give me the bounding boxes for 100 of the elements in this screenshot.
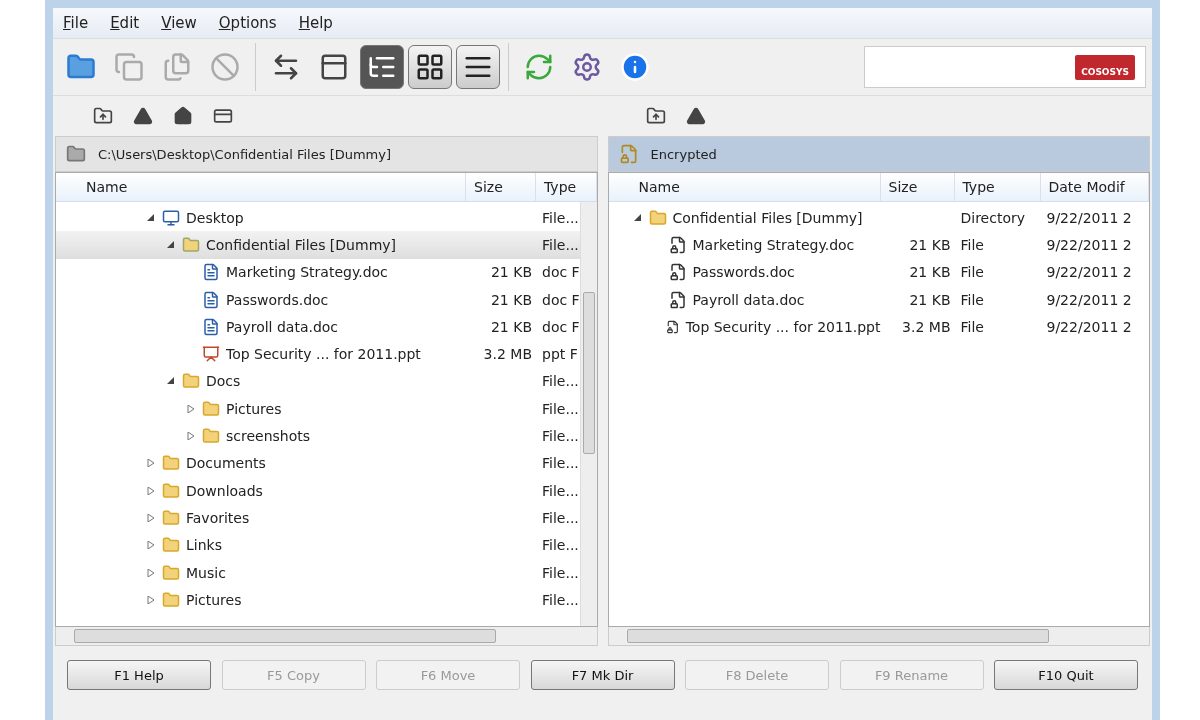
collapse-arrow-icon[interactable]: [633, 213, 642, 222]
file-name: Passwords.doc: [692, 264, 795, 281]
file-row[interactable]: Top Security ... for 2011.ppt 3.2 MB File 9/22/2011 2: [608, 313, 1149, 341]
grid-view-button[interactable]: [408, 45, 452, 89]
file-row[interactable]: Favorites File...: [56, 504, 580, 532]
logo: COSOSYS: [1075, 54, 1135, 80]
expand-arrow-icon[interactable]: [147, 595, 155, 604]
file-type: File: [959, 236, 985, 253]
file-name: Top Security ... for 2011.ppt: [685, 318, 881, 335]
expand-arrow-icon[interactable]: [187, 404, 195, 413]
column-header[interactable]: Name: [56, 173, 466, 201]
file-row[interactable]: Marketing Strategy.doc 21 KB doc F: [56, 258, 580, 286]
expand-arrow-icon[interactable]: [187, 432, 195, 440]
documents-icon: [162, 52, 192, 82]
file-name: Marketing Strategy.doc: [692, 236, 855, 253]
column-header[interactable]: Type: [954, 173, 1041, 201]
horizontal-scrollbar[interactable]: [55, 627, 598, 646]
expand-arrow-icon[interactable]: [147, 486, 155, 495]
column-header[interactable]: Name: [608, 173, 881, 201]
folder-up-icon: [645, 106, 666, 126]
file-type: File...: [541, 564, 580, 581]
file-type: File...: [541, 236, 580, 253]
collapse-arrow-icon[interactable]: [167, 377, 175, 386]
copy-icon: [114, 52, 144, 82]
file-type: ppt F: [541, 346, 579, 363]
column-header[interactable]: Date Modif: [1040, 173, 1149, 201]
menu-item[interactable]: File: [63, 14, 89, 32]
file-row[interactable]: Confidential Files [Dummy] File...: [56, 231, 580, 259]
file-date: 9/22/2011 2: [1045, 209, 1133, 226]
menu-item[interactable]: Help: [298, 14, 333, 32]
menu-item[interactable]: Options: [218, 14, 277, 32]
file-type: doc F: [541, 318, 580, 335]
file-size: 21 KB: [489, 264, 533, 281]
file-row[interactable]: Payroll data.doc 21 KB File 9/22/2011 2: [608, 285, 1149, 314]
file-row[interactable]: Confidential Files [Dummy] Directory 9/22/2011 2: [608, 204, 1149, 232]
menu-item[interactable]: Edit: [110, 14, 140, 32]
file-name: Confidential Files [Dummy]: [672, 209, 863, 226]
column-header[interactable]: Size: [466, 173, 536, 201]
file-name: Passwords.doc: [226, 291, 329, 308]
vertical-scrollbar[interactable]: [579, 202, 597, 626]
file-row[interactable]: Passwords.doc 21 KB File 9/22/2011 2: [608, 258, 1149, 286]
file-type: File...: [541, 509, 580, 526]
encrypted-file-icon: [668, 263, 687, 282]
list-view-button[interactable]: [456, 45, 500, 89]
document-icon: [202, 317, 220, 336]
expand-arrow-icon[interactable]: [147, 541, 155, 550]
document-icon: [202, 290, 220, 309]
folder-icon: [182, 372, 200, 391]
column-header[interactable]: Size: [880, 173, 955, 201]
file-type: File...: [541, 400, 580, 417]
function-key-button[interactable]: F7 Mk Dir: [530, 660, 675, 690]
path-bar[interactable]: Encrypted: [607, 136, 1150, 172]
file-date: 9/22/2011 2: [1045, 264, 1133, 281]
file-row[interactable]: Documents File...: [56, 449, 580, 477]
document-icon: [202, 263, 220, 282]
collapse-arrow-icon[interactable]: [167, 240, 175, 249]
folder-up-icon: [93, 106, 113, 126]
file-row[interactable]: Payroll data.doc 21 KB doc F: [56, 313, 580, 341]
folder-icon: [648, 208, 667, 227]
grid-view-icon: [415, 52, 445, 82]
refresh-icon: [524, 52, 554, 82]
folder-icon: [202, 427, 220, 445]
folder-icon: [162, 563, 180, 582]
expand-arrow-icon[interactable]: [147, 459, 155, 468]
collapse-arrow-icon[interactable]: [147, 213, 155, 222]
horizontal-scrollbar[interactable]: [607, 627, 1150, 646]
file-row[interactable]: screenshots File...: [56, 422, 580, 450]
file-row[interactable]: Downloads File...: [56, 476, 580, 505]
home-icon: [173, 106, 193, 126]
function-key-button[interactable]: F1 Help: [67, 660, 211, 690]
column-header[interactable]: Type: [536, 173, 597, 201]
folder-icon: [162, 536, 180, 555]
file-type: File...: [541, 591, 580, 608]
expand-arrow-icon[interactable]: [147, 513, 155, 522]
file-row[interactable]: Marketing Strategy.doc 21 KB File 9/22/2011 2: [608, 231, 1149, 259]
file-name: Confidential Files [Dummy]: [206, 236, 396, 253]
file-name: Favorites: [186, 509, 250, 526]
file-row[interactable]: Desktop File...: [56, 204, 580, 232]
file-row[interactable]: Top Security ... for 2011.ppt 3.2 MB ppt F: [56, 340, 580, 368]
cancel-icon: [210, 52, 240, 82]
file-name: Marketing Strategy.doc: [226, 264, 388, 281]
path-bar[interactable]: C:\Users\Desktop\Confidential Files [Dummy]: [55, 136, 598, 172]
file-date: 9/22/2011 2: [1045, 318, 1133, 335]
file-row[interactable]: Pictures File...: [56, 395, 580, 423]
folder-icon: [66, 144, 86, 164]
file-row[interactable]: Pictures File...: [56, 586, 580, 614]
file-row[interactable]: Docs File...: [56, 367, 580, 396]
file-name: Pictures: [186, 591, 242, 608]
file-row[interactable]: Music File...: [56, 558, 580, 587]
file-size: 21 KB: [489, 291, 533, 308]
folder-icon: [182, 235, 200, 254]
file-date: 9/22/2011 2: [1045, 236, 1133, 253]
expand-arrow-icon[interactable]: [147, 568, 155, 577]
file-row[interactable]: Links File...: [56, 531, 580, 559]
tree-view-button[interactable]: [360, 45, 404, 89]
function-key-button[interactable]: F10 Quit: [994, 660, 1138, 690]
file-name: Top Security ... for 2011.ppt: [226, 346, 421, 363]
presentation-icon: [202, 345, 220, 364]
menu-item[interactable]: View: [161, 14, 197, 32]
file-row[interactable]: Passwords.doc 21 KB doc F: [56, 285, 580, 314]
